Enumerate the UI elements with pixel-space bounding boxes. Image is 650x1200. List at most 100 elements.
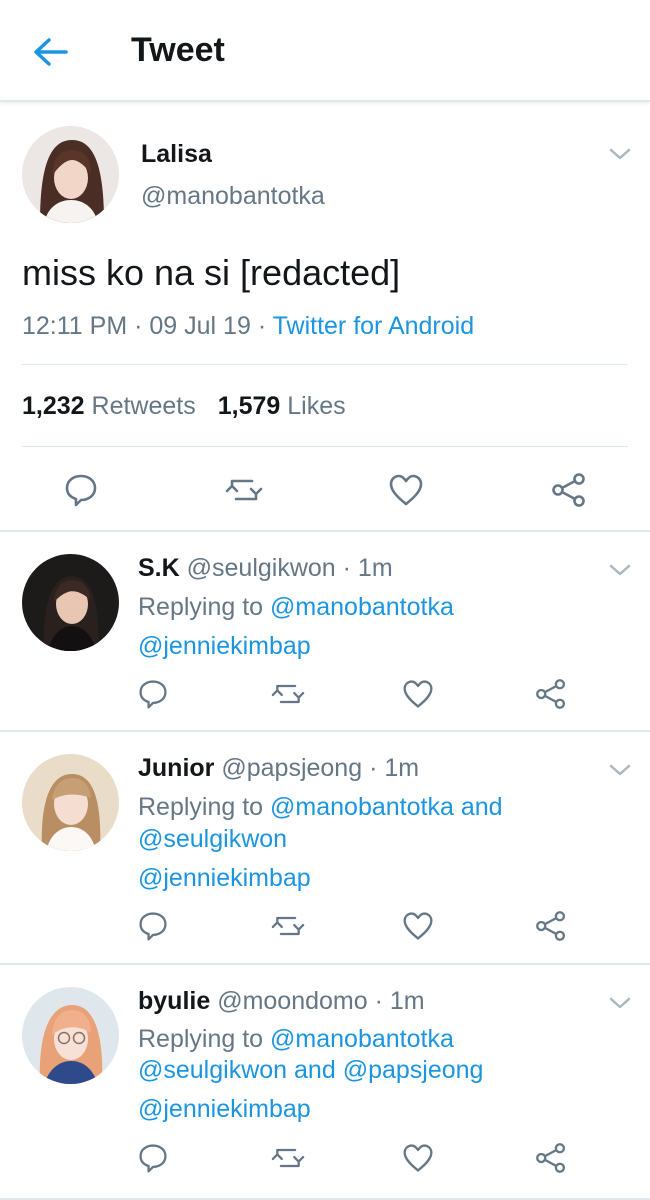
main-tweet: Lalisa @manobantotka miss ko na si [reda…	[0, 102, 650, 532]
reply-time: · 1m	[374, 987, 425, 1015]
reply-button[interactable]	[137, 1142, 169, 1179]
reply-tweet[interactable]: Junior @papsjeong · 1m Replying to @mano…	[0, 732, 650, 965]
avatar[interactable]	[22, 126, 119, 223]
retweet-button[interactable]	[270, 678, 306, 715]
share-icon	[536, 679, 566, 709]
retweets-count: 1,232	[22, 392, 85, 420]
like-button[interactable]	[388, 472, 424, 513]
tweet-stats: 1,232 Retweets 1,579 Likes	[22, 392, 346, 421]
mention-link[interactable]: @papsjeong	[343, 1056, 484, 1084]
replying-and: and	[294, 1056, 336, 1084]
reply-tweet[interactable]: S.K @seulgikwon · 1m Replying to @manoba…	[0, 532, 650, 732]
mention-link[interactable]: @jenniekimbap	[138, 1095, 311, 1123]
replying-label: Replying to	[138, 793, 264, 821]
replying-to: Replying to @manobantotka	[138, 1025, 454, 1054]
like-button[interactable]	[402, 678, 434, 715]
replying-to-cont: @seulgikwon and @papsjeong	[138, 1056, 483, 1085]
reply-content: @jenniekimbap	[138, 632, 311, 661]
avatar[interactable]	[22, 987, 119, 1084]
chevron-down-icon	[609, 764, 631, 776]
retweet-button[interactable]	[270, 910, 306, 947]
reply-author-handle: @papsjeong	[221, 754, 363, 782]
mention-link[interactable]: @seulgikwon	[138, 1056, 287, 1084]
reply-button[interactable]	[137, 910, 169, 947]
reply-author-name[interactable]: Junior	[138, 754, 214, 782]
reply-author-handle: @seulgikwon	[186, 554, 336, 582]
chevron-down-icon	[609, 564, 631, 576]
likes-label: Likes	[287, 392, 346, 420]
likes-count: 1,579	[217, 392, 281, 420]
like-button[interactable]	[402, 1142, 434, 1179]
meta-separator: ·	[257, 312, 267, 340]
heart-icon	[403, 680, 433, 708]
retweet-icon	[225, 479, 263, 501]
tweet-date: 09 Jul 19	[149, 312, 251, 340]
divider	[22, 446, 628, 447]
replying-to: Replying to @manobantotka	[138, 593, 454, 622]
replying-and: and	[460, 793, 503, 821]
tweet-menu-button[interactable]	[608, 146, 632, 162]
tweet-source-link[interactable]: Twitter for Android	[273, 312, 474, 340]
like-button[interactable]	[402, 910, 434, 947]
mention-link[interactable]: @seulgikwon	[138, 825, 287, 853]
reply-author-name[interactable]: S.K	[138, 554, 180, 582]
share-icon	[552, 473, 585, 507]
reply-button[interactable]	[137, 678, 169, 715]
replying-label: Replying to	[138, 593, 264, 621]
heart-icon	[403, 1144, 433, 1172]
avatar[interactable]	[22, 754, 119, 851]
retweets-stat[interactable]: 1,232 Retweets	[22, 392, 196, 420]
share-icon	[536, 1143, 566, 1173]
meta-separator: ·	[134, 312, 143, 340]
reply-content: @jenniekimbap	[138, 864, 311, 893]
mention-link[interactable]: @manobantotka	[270, 593, 454, 621]
mention-link[interactable]: @manobantotka	[270, 1025, 454, 1053]
app-header: Tweet	[0, 0, 650, 102]
mention-link[interactable]: @jenniekimbap	[138, 864, 311, 892]
mention-link[interactable]: @jenniekimbap	[138, 632, 311, 660]
share-button[interactable]	[535, 1142, 567, 1179]
reply-author-name[interactable]: byulie	[138, 987, 210, 1015]
reply-time: · 1m	[342, 554, 393, 582]
replying-label: Replying to	[138, 1025, 264, 1053]
share-button[interactable]	[551, 472, 587, 513]
heart-icon	[389, 474, 423, 506]
reply-icon	[139, 680, 167, 709]
author-handle: @manobantotka	[141, 182, 325, 210]
author-name: Lalisa	[141, 140, 212, 168]
tweet-menu-button[interactable]	[608, 995, 632, 1011]
replying-to-cont: @seulgikwon	[138, 825, 287, 854]
reply-tweet[interactable]: byulie @moondomo · 1m Replying to @manob…	[0, 965, 650, 1200]
retweet-button[interactable]	[224, 472, 264, 513]
retweet-icon	[271, 916, 305, 936]
retweet-button[interactable]	[270, 1142, 306, 1179]
tweet-time: 12:11 PM	[22, 312, 128, 340]
reply-icon	[139, 1144, 167, 1173]
arrow-left-icon	[34, 38, 68, 66]
replying-to: Replying to @manobantotka and	[138, 793, 503, 822]
heart-icon	[403, 912, 433, 940]
reply-header: Junior @papsjeong · 1m	[138, 754, 419, 783]
retweet-icon	[271, 684, 305, 704]
reply-content: @jenniekimbap	[138, 1095, 311, 1124]
avatar[interactable]	[22, 554, 119, 651]
tweet-menu-button[interactable]	[608, 762, 632, 778]
retweets-label: Retweets	[91, 392, 196, 420]
tweet-meta: 12:11 PM · 09 Jul 19 · Twitter for Andro…	[22, 312, 474, 341]
reply-icon	[65, 474, 97, 507]
share-icon	[536, 911, 566, 941]
back-button[interactable]	[30, 34, 70, 70]
tweet-menu-button[interactable]	[608, 562, 632, 578]
share-button[interactable]	[535, 910, 567, 947]
retweet-icon	[271, 1148, 305, 1168]
reply-header: S.K @seulgikwon · 1m	[138, 554, 393, 583]
reply-header: byulie @moondomo · 1m	[138, 987, 425, 1016]
share-button[interactable]	[535, 678, 567, 715]
divider	[22, 364, 628, 365]
page-title: Tweet	[131, 31, 225, 69]
tweet-text: miss ko na si [redacted]	[22, 252, 401, 293]
reply-author-handle: @moondomo	[217, 987, 368, 1015]
reply-button[interactable]	[63, 472, 99, 513]
likes-stat[interactable]: 1,579 Likes	[218, 392, 346, 420]
mention-link[interactable]: @manobantotka	[270, 793, 454, 821]
